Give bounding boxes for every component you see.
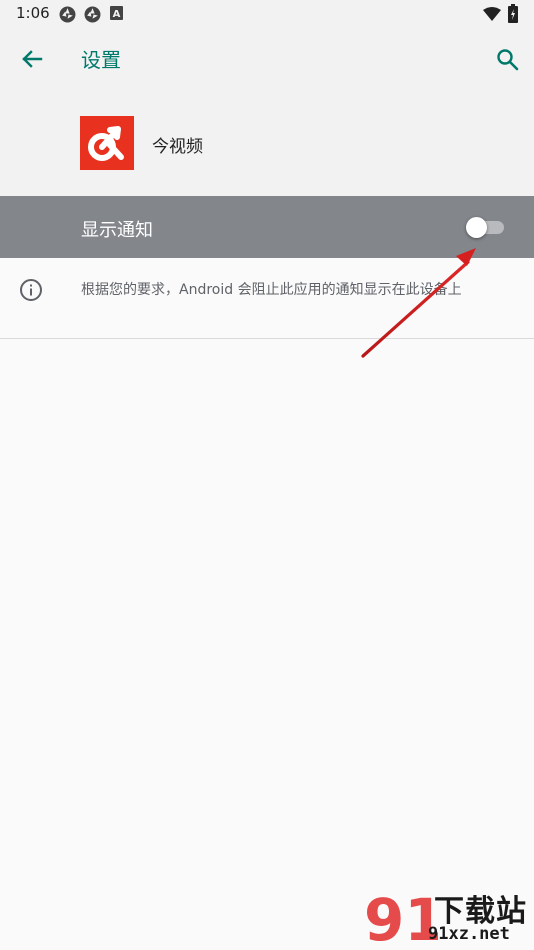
notification-aperture-icon (59, 6, 76, 23)
show-notifications-row[interactable]: 显示通知 (0, 196, 534, 258)
status-time: 1:06 (16, 4, 50, 22)
page-title: 设置 (81, 48, 121, 72)
watermark: 91 下载站 91xz.net (364, 885, 534, 950)
info-text: 根据您的要求，Android 会阻止此应用的通知显示在此设备上 (81, 282, 462, 298)
svg-text:A: A (113, 9, 121, 20)
watermark-url-text: 91xz.net (428, 924, 510, 944)
show-notifications-label: 显示通知 (81, 220, 153, 241)
arrow-left-icon (22, 50, 43, 68)
svg-text:91: 91 (364, 886, 438, 950)
toggle-thumb (466, 217, 487, 238)
wifi-icon (483, 7, 501, 21)
app-name: 今视频 (152, 137, 203, 157)
show-notifications-toggle[interactable] (466, 216, 506, 238)
divider (0, 338, 534, 339)
app-logo-icon (88, 126, 124, 161)
search-button[interactable] (492, 44, 524, 74)
app-icon (80, 116, 134, 170)
info-icon (20, 279, 42, 301)
watermark-logo: 91 (364, 886, 438, 950)
app-bar: 设置 (0, 27, 534, 91)
back-button[interactable] (14, 44, 50, 74)
app-header: 今视频 (0, 91, 534, 196)
notification-a-icon: A (110, 6, 123, 20)
search-icon (497, 49, 519, 71)
battery-charging-icon (508, 4, 518, 23)
status-bar: 1:06 A (0, 0, 534, 27)
info-row: 根据您的要求，Android 会阻止此应用的通知显示在此设备上 (0, 258, 534, 338)
notification-aperture-icon (84, 6, 101, 23)
